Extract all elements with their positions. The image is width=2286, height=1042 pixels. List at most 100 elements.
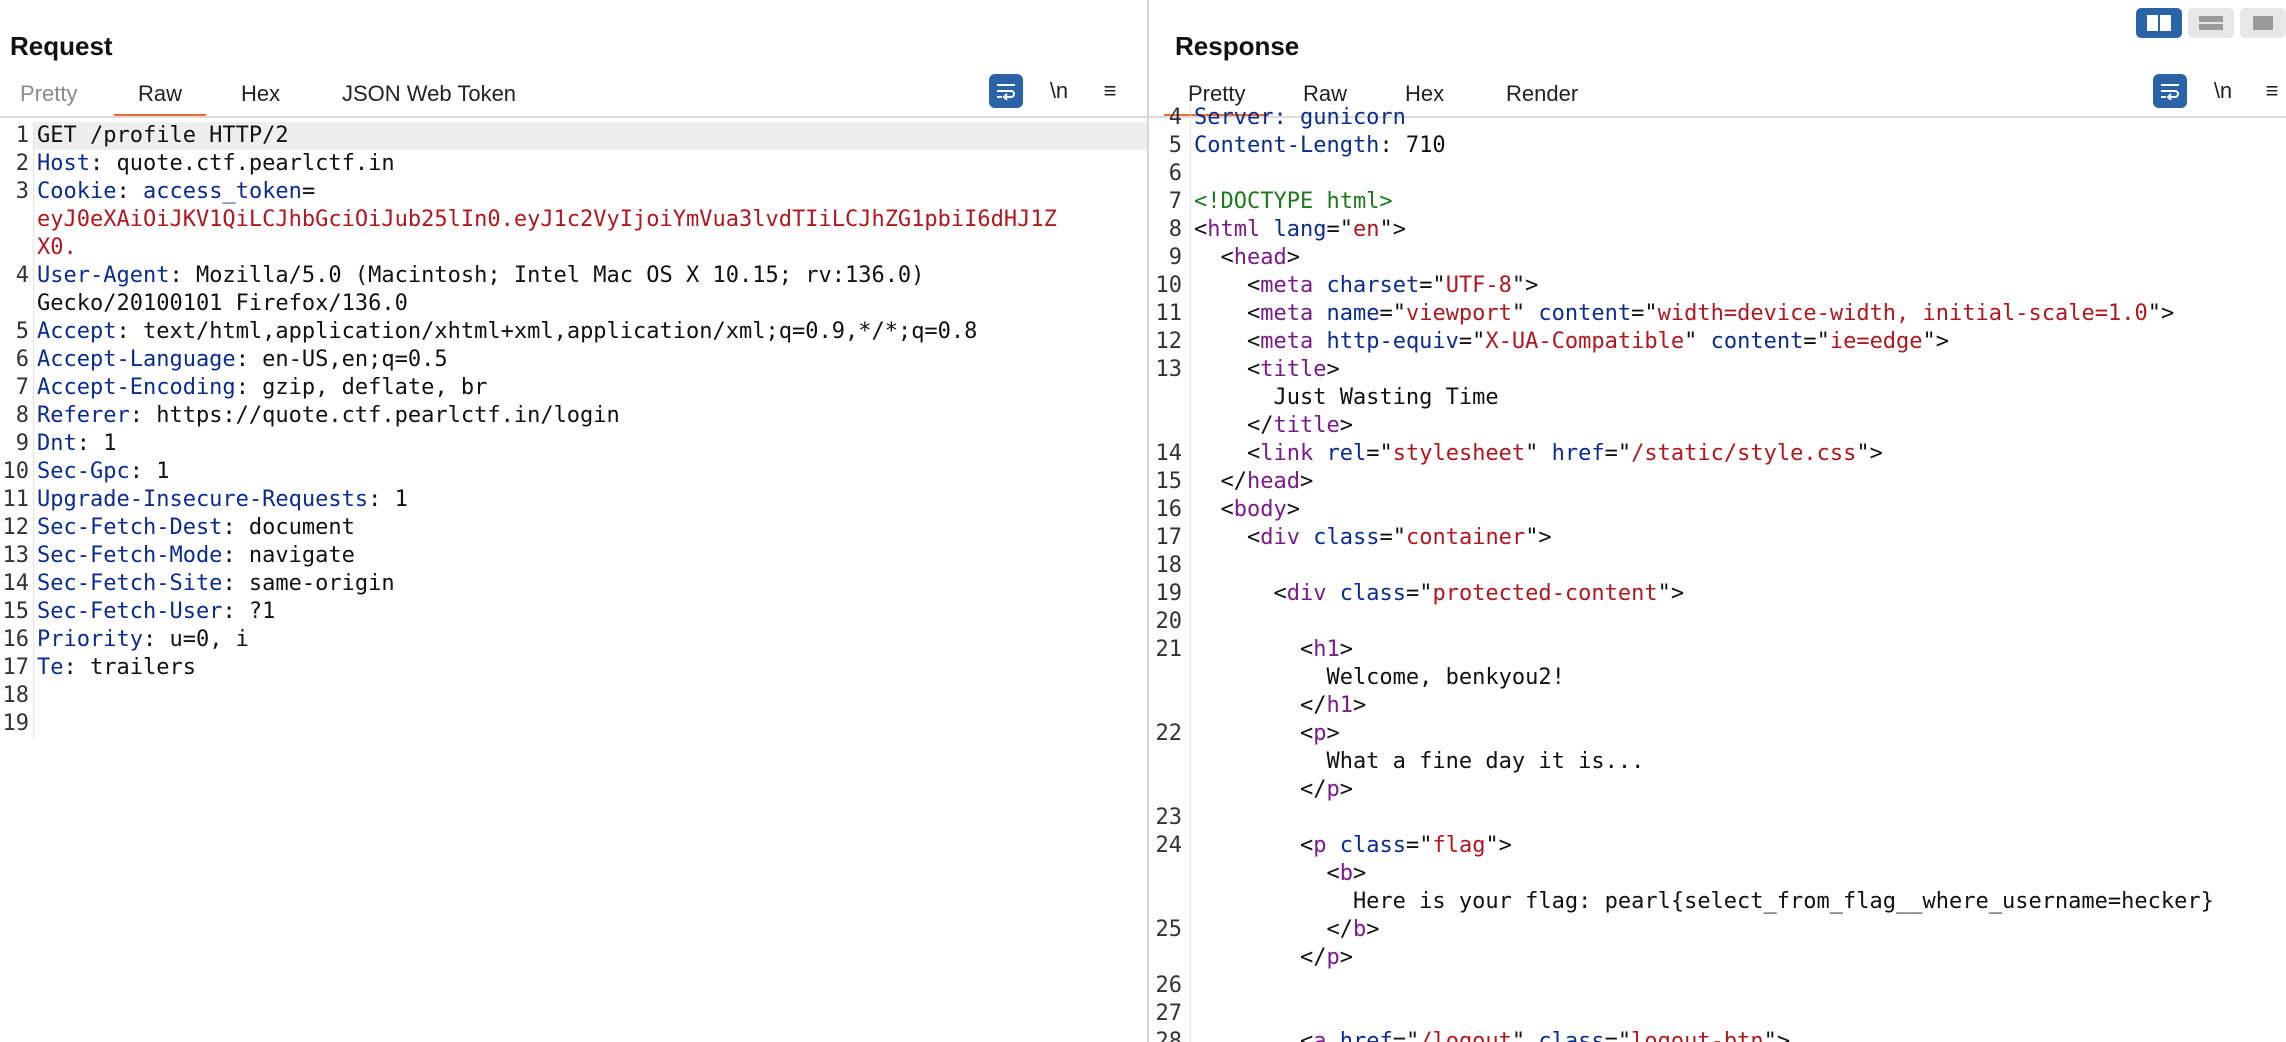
code-token: p [1313, 721, 1327, 746]
code-token: What a fine day it is... [1194, 749, 1645, 774]
code-line: 8 <html lang="en"> [1149, 216, 2286, 244]
code-token: > [1326, 721, 1340, 746]
code-line: 3 Cookie: access_token= [0, 178, 1147, 206]
code-token: < [1194, 273, 1261, 298]
line-number: 7 [1149, 188, 1191, 216]
code-token: =" [1326, 217, 1353, 242]
code-token: : same-origin [222, 571, 395, 596]
code-token: flag [1432, 833, 1486, 858]
code-token: Referer [37, 403, 130, 428]
line-text: <title> [1191, 356, 2286, 384]
line-number: 22 [1149, 720, 1191, 748]
code-token: > [1299, 469, 1314, 494]
code-token: : en-US,en;q=0.5 [235, 347, 448, 372]
wrap-lines-button[interactable] [989, 74, 1023, 108]
line-number: 18 [1149, 552, 1191, 580]
newline-toggle-button[interactable]: \n [2206, 74, 2240, 108]
request-panel: Request Pretty Raw Hex JSON Web Token \n… [0, 0, 1147, 1042]
line-text: Referer: https://quote.ctf.pearlctf.in/l… [34, 402, 1147, 430]
code-token: http-equiv [1326, 329, 1459, 354]
tab-json-web-token[interactable]: JSON Web Token [342, 74, 516, 118]
code-token: > [1286, 497, 1300, 522]
line-number [0, 290, 34, 318]
layout-switcher [2136, 8, 2286, 38]
line-text [1191, 608, 2286, 636]
menu-icon[interactable]: ≡ [1093, 74, 1127, 108]
code-token: =" [1631, 301, 1658, 326]
request-editor[interactable]: 1 GET /profile HTTP/2 2 Host: quote.ctf.pea… [0, 122, 1147, 1042]
code-token: href [1339, 1029, 1393, 1042]
response-editor[interactable]: 4 Server: gunicorn 5 Content-Length: 710 6 7 <… [1149, 104, 2286, 1042]
line-number: 20 [1149, 608, 1191, 636]
code-token: GET /profile HTTP/2 [37, 123, 289, 148]
code-token: =" [1392, 1029, 1420, 1042]
code-token: Sec-Fetch-Dest [37, 515, 223, 540]
code-line: eyJ0eXAiOiJKV1QiLCJhbGciOiJub25lIn0.eyJ1… [0, 206, 1147, 234]
code-token: div [1260, 525, 1300, 550]
code-token: : navigate [222, 543, 355, 568]
code-token: "> [1657, 581, 1685, 606]
code-token: =" [1379, 525, 1406, 550]
line-text: Here is your flag: pearl{select_from_fla… [1191, 888, 2286, 916]
code-line: 18 [1149, 552, 2286, 580]
columns-icon [2147, 15, 2171, 31]
line-number: 11 [1149, 300, 1191, 328]
layout-stacked-button[interactable] [2188, 8, 2234, 38]
line-text: eyJ0eXAiOiJKV1QiLCJhbGciOiJub25lIn0.eyJ1… [34, 206, 1147, 234]
code-line: 26 [1149, 972, 2286, 1000]
wrap-lines-icon [997, 84, 1015, 100]
line-number: 13 [1149, 356, 1191, 384]
code-token: User-Agent [37, 263, 170, 288]
layout-single-button[interactable] [2240, 8, 2286, 38]
code-token: : trailers [63, 655, 196, 680]
code-token: Gecko/20100101 Firefox/136.0 [37, 291, 408, 316]
code-line: 7 Accept-Encoding: gzip, deflate, br [0, 374, 1147, 402]
line-text: </b> [1191, 916, 2286, 944]
code-token: < [1194, 581, 1287, 606]
line-text [34, 710, 1147, 738]
code-token: p [1313, 833, 1327, 858]
line-number: 9 [1149, 244, 1191, 272]
code-token: </ [1194, 945, 1327, 970]
tab-separator [0, 116, 1147, 118]
code-token: class [1339, 581, 1406, 606]
newline-toggle-button[interactable]: \n [1042, 74, 1076, 108]
code-token: X-UA-Compatible [1485, 329, 1685, 354]
line-text: Host: quote.ctf.pearlctf.in [34, 150, 1147, 178]
code-line: </h1> [1149, 692, 2286, 720]
layout-side-by-side-button[interactable] [2136, 8, 2182, 38]
code-line: Gecko/20100101 Firefox/136.0 [0, 290, 1147, 318]
code-token: Content-Length [1194, 133, 1380, 158]
code-token: : 1 [368, 487, 408, 512]
menu-icon[interactable]: ≡ [2255, 74, 2286, 108]
code-line: 19 <div class="protected-content"> [1149, 580, 2286, 608]
code-line: <b> [1149, 860, 2286, 888]
tab-pretty[interactable]: Pretty [20, 74, 77, 118]
tab-raw[interactable]: Raw [113, 74, 207, 118]
code-token: : gzip, deflate, br [235, 375, 488, 400]
code-token: "> [1379, 217, 1406, 242]
line-number: 28 [1149, 1028, 1191, 1042]
line-text: Accept-Language: en-US,en;q=0.5 [34, 346, 1147, 374]
line-number: 14 [0, 570, 34, 598]
wrap-lines-button[interactable] [2153, 74, 2187, 108]
code-token: meta [1260, 301, 1314, 326]
code-token: " [1684, 329, 1711, 354]
line-number [1149, 664, 1191, 692]
code-line: 13 Sec-Fetch-Mode: navigate [0, 542, 1147, 570]
code-line: 13 <title> [1149, 356, 2286, 384]
code-line: 12 <meta http-equiv="X-UA-Compatible" co… [1149, 328, 2286, 356]
line-number: 13 [0, 542, 34, 570]
code-token: : ?1 [222, 599, 276, 624]
line-text: Sec-Gpc: 1 [34, 458, 1147, 486]
code-token: link [1260, 441, 1314, 466]
code-token: viewport [1405, 301, 1512, 326]
code-token: > [1339, 777, 1353, 802]
code-line: X0. [0, 234, 1147, 262]
code-line: </title> [1149, 412, 2286, 440]
line-text: <link rel="stylesheet" href="/static/sty… [1191, 440, 2286, 468]
tab-hex[interactable]: Hex [241, 74, 280, 118]
code-token: Here is your flag: pearl{select_from_fla… [1194, 889, 2214, 914]
